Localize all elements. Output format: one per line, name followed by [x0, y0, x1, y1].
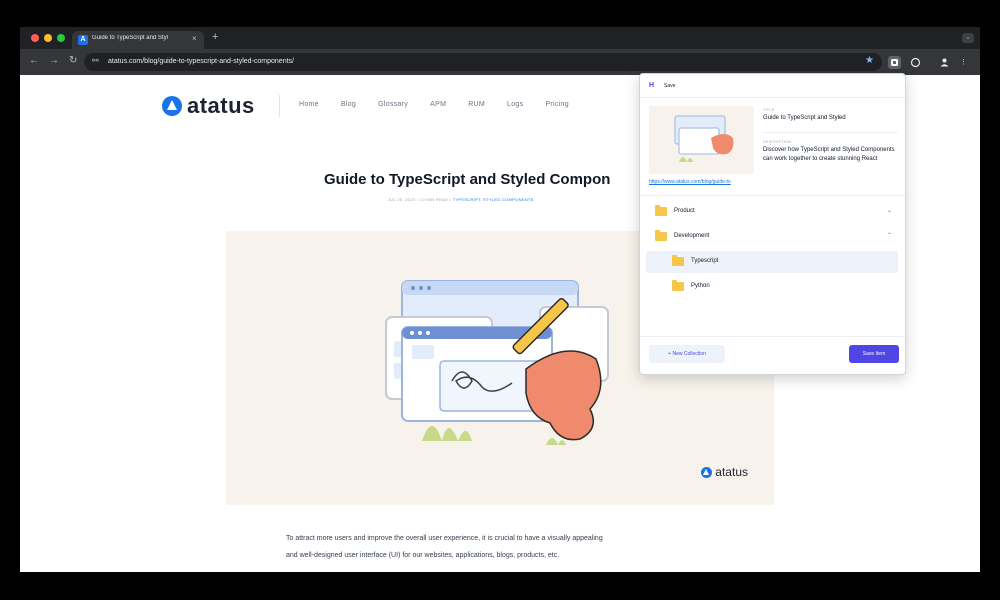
description-field-label: DESCRIPTION — [763, 140, 792, 144]
extension-icon[interactable] — [888, 56, 901, 69]
hero-logo: atatus — [701, 465, 748, 479]
folder-icon — [655, 205, 667, 216]
site-logo-text: atatus — [187, 93, 255, 118]
browser-window: A Guide to TypeScript and Styl × + ⌄ ← →… — [20, 27, 980, 572]
folder-label: Typescript — [691, 258, 719, 264]
browser-menu-icon[interactable]: ⋮ — [957, 56, 970, 69]
folder-icon — [655, 230, 667, 241]
extensions-puzzle-icon[interactable] — [909, 56, 922, 69]
title-field-label: TITLE — [763, 108, 775, 112]
article-date: JUL 25, 2023 — [388, 197, 416, 202]
tab-active[interactable]: A Guide to TypeScript and Styl × — [72, 31, 204, 49]
folder-icon — [672, 255, 684, 266]
atatus-logo-icon — [162, 96, 182, 116]
article-meta: JUL 25, 2023 • 10 MIN READ • TYPESCRIPT,… — [388, 197, 534, 202]
tab-search-button[interactable]: ⌄ — [962, 33, 974, 43]
nav-link-blog[interactable]: Blog — [341, 101, 356, 108]
tab-strip: A Guide to TypeScript and Styl × + ⌄ — [20, 27, 980, 49]
close-tab-icon[interactable]: × — [192, 34, 197, 43]
description-field[interactable]: Discover how TypeScript and Styled Compo… — [763, 146, 898, 164]
nav-link-home[interactable]: Home — [299, 101, 319, 108]
preview-artwork — [674, 115, 734, 162]
save-extension-popup: H Save https://www.atatus.com/blog/guide… — [639, 73, 906, 375]
save-item-button[interactable]: Save Item — [849, 345, 899, 363]
nav-link-logs[interactable]: Logs — [507, 101, 523, 108]
folder-label: Python — [691, 283, 710, 289]
close-window-button[interactable] — [31, 34, 39, 42]
extension-logo-icon: H — [649, 82, 655, 89]
site-nav: Home Blog Glossary APM RUM Logs Pricing — [299, 101, 591, 108]
folder-label: Product — [674, 208, 695, 214]
atatus-logo-icon — [701, 466, 713, 478]
article-tags[interactable]: TYPESCRIPT, STYLED COMPONENTS — [453, 197, 534, 202]
bookmark-star-icon[interactable]: ★ — [865, 55, 874, 66]
popup-title: Save — [664, 83, 676, 89]
article-title: Guide to TypeScript and Styled Compon — [324, 171, 611, 188]
folder-label: Development — [674, 233, 710, 239]
title-field[interactable]: Guide to TypeScript and Styled — [763, 114, 898, 123]
nav-link-apm[interactable]: APM — [430, 101, 446, 108]
site-info-icon[interactable]: ⚯ — [92, 56, 99, 65]
profile-icon[interactable] — [938, 56, 951, 69]
address-bar[interactable]: ⚯ atatus.com/blog/guide-to-typescript-an… — [84, 53, 882, 71]
reload-button[interactable]: ↻ — [69, 55, 77, 66]
folder-item-product[interactable]: Product ⌄ — [646, 201, 898, 223]
site-logo[interactable]: atatus — [162, 93, 255, 119]
nav-link-pricing[interactable]: Pricing — [545, 101, 569, 108]
folder-icon — [672, 280, 684, 291]
article-read-time: 10 MIN READ — [419, 197, 449, 202]
preview-url-link[interactable]: https://www.atatus.com/blog/guide-to — [649, 179, 754, 185]
popup-header: H Save — [640, 74, 905, 98]
url-text[interactable]: atatus.com/blog/guide-to-typescript-and-… — [108, 58, 294, 65]
nav-link-glossary[interactable]: Glossary — [378, 101, 408, 108]
page-preview-thumbnail — [649, 106, 754, 174]
folder-item-development[interactable]: Development ⌃ — [646, 226, 898, 248]
hero-logo-text: atatus — [715, 465, 748, 479]
minimize-window-button[interactable] — [44, 34, 52, 42]
new-collection-button[interactable]: + New Collection — [649, 345, 725, 363]
back-button[interactable]: ← — [29, 55, 39, 66]
article-paragraph-line: To attract more users and improve the ov… — [286, 535, 603, 542]
popup-footer: + New Collection Save Item — [640, 336, 905, 374]
chevron-up-icon[interactable]: ⌃ — [887, 232, 892, 239]
folder-item-python[interactable]: Python — [646, 276, 898, 298]
chevron-down-icon[interactable]: ⌄ — [887, 207, 892, 214]
nav-divider — [279, 95, 280, 117]
atatus-favicon-icon: A — [78, 35, 88, 45]
forward-button[interactable]: → — [49, 55, 59, 66]
maximize-window-button[interactable] — [57, 34, 65, 42]
article-paragraph-line: and well-designed user interface (UI) fo… — [286, 552, 560, 559]
nav-link-rum[interactable]: RUM — [468, 101, 485, 108]
folder-item-typescript[interactable]: Typescript — [646, 251, 898, 273]
browser-toolbar: ← → ↻ ⚯ atatus.com/blog/guide-to-typescr… — [20, 49, 980, 75]
new-tab-button[interactable]: + — [212, 31, 218, 43]
tab-title: Guide to TypeScript and Styl — [92, 35, 168, 41]
